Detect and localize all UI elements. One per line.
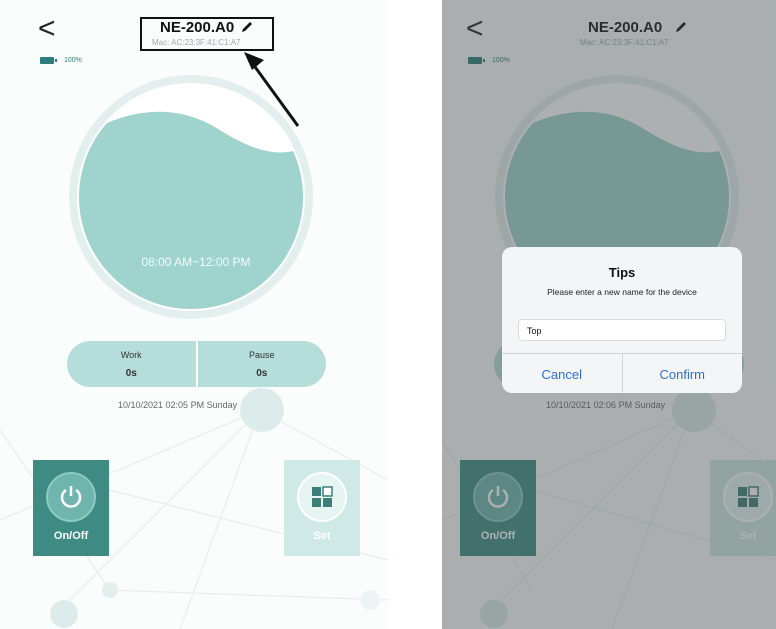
battery-icon <box>40 57 57 64</box>
dialog-title: Tips <box>608 265 636 280</box>
cancel-button[interactable]: Cancel <box>502 354 622 393</box>
work-value: 0s <box>125 367 137 379</box>
dialog-buttons: Cancel Confirm <box>502 353 742 393</box>
pause-value: 0s <box>256 367 268 379</box>
water-level-gauge <box>69 75 313 319</box>
device-name-title[interactable]: NE-200.A0 <box>160 19 234 36</box>
schedule-time: 08:00 AM~12:00 PM <box>141 255 251 269</box>
confirm-button[interactable]: Confirm <box>623 354 743 393</box>
on-off-label: On/Off <box>53 530 89 542</box>
dialog-message: Please enter a new name for the device <box>547 287 697 297</box>
current-datetime: 10/10/2021 02:05 PM Sunday <box>118 400 238 410</box>
work-pause-panel: Work 0s Pause 0s <box>67 341 326 387</box>
rename-dialog: Tips Please enter a new name for the dev… <box>502 247 742 393</box>
battery-level: 100% <box>64 57 82 64</box>
back-button[interactable]: < <box>38 14 56 44</box>
power-icon <box>46 472 96 522</box>
set-label: Set <box>313 530 331 542</box>
mac-address: Mac: AC:23:3F:41:C1:A7 <box>152 38 241 47</box>
set-grid-icon <box>297 472 347 522</box>
screen-rename-dialog: < NE-200.A0 Mac: AC:23:3F:41:C1:A7 100% … <box>442 0 776 629</box>
screen-main: < NE-200.A0 Mac: AC:23:3F:41:C1:A7 100% … <box>0 0 388 629</box>
work-stat: Work 0s <box>67 341 196 387</box>
device-name-input[interactable]: Top <box>518 319 726 341</box>
set-button[interactable]: Set <box>284 460 360 556</box>
edit-pencil-icon[interactable] <box>240 20 254 34</box>
pause-stat: Pause 0s <box>198 341 327 387</box>
pause-label: Pause <box>248 349 275 360</box>
on-off-button[interactable]: On/Off <box>33 460 109 556</box>
work-label: Work <box>120 349 142 360</box>
